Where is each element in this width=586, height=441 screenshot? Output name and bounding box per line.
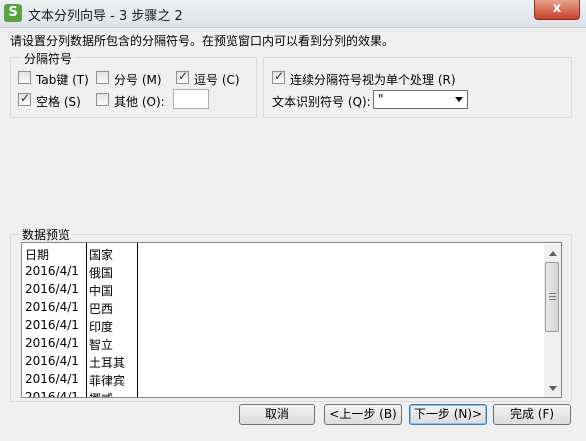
scroll-thumb[interactable] (545, 262, 559, 332)
space-label: 空格 (S) (36, 95, 81, 109)
space-checkbox[interactable] (18, 91, 31, 106)
consecutive-checkbox[interactable] (272, 69, 285, 84)
app-icon: S (4, 4, 22, 22)
preview-scrollbar[interactable] (544, 244, 561, 397)
finish-button[interactable]: 完成 (F) (493, 404, 571, 425)
text-qualifier-value: " (378, 92, 384, 106)
preview-cell-date: 2016/4/1 (25, 354, 79, 368)
grip-line (549, 296, 556, 297)
preview-cell-date: 2016/4/1 (25, 282, 79, 296)
scroll-up-icon[interactable] (549, 251, 557, 256)
next-button[interactable]: 下一步 (N)> (409, 404, 487, 425)
preview-cell-date: 2016/4/1 (25, 336, 79, 350)
preview-cell-country: 国家 (89, 248, 114, 262)
preview-cell-country: 菲律宾 (89, 374, 126, 388)
preview-cell-date: 2016/4/1 (25, 372, 79, 386)
preview-label: 数据预览 (20, 226, 73, 243)
tab-label: Tab键 (T) (36, 73, 89, 87)
delimiters-group-label: 分隔符号 (22, 50, 75, 67)
text-qualifier-label: 文本识别符号 (Q): (272, 95, 371, 109)
title-bar: S 文本分列向导 - 3 步骤之 2 x (0, 0, 586, 28)
preview-cell-country: 巴西 (89, 302, 114, 316)
close-button[interactable]: x (534, 0, 580, 20)
semicolon-label: 分号 (M) (114, 73, 162, 87)
instruction-text: 请设置分列数据所包含的分隔符号。在预览窗口内可以看到分列的效果。 (10, 34, 395, 48)
preview-cell-country: 土耳其 (89, 356, 126, 370)
other-label: 其他 (O): (114, 95, 165, 109)
preview-cell-date: 2016/4/1 (25, 390, 79, 398)
other-delimiter-input[interactable] (173, 89, 209, 109)
preview-cell-country: 智立 (89, 338, 114, 352)
preview-cell-country: 俄国 (89, 266, 114, 280)
comma-label: 逗号 (C) (194, 73, 240, 87)
column-separator (137, 243, 138, 397)
grip-line (549, 299, 556, 300)
column-separator (86, 243, 87, 397)
preview-cell-country: 中国 (89, 284, 114, 298)
text-qualifier-select[interactable]: " (373, 90, 468, 109)
preview-cell-date: 2016/4/1 (25, 264, 79, 278)
preview-cell-country: 挪威 (89, 390, 113, 397)
consecutive-label: 连续分隔符号视为单个处理 (R) (290, 73, 456, 87)
grip-line (549, 293, 556, 294)
other-checkbox[interactable] (96, 93, 109, 106)
tab-checkbox[interactable] (18, 71, 31, 84)
preview-cell-date: 2016/4/1 (25, 318, 79, 332)
preview-cell-date: 2016/4/1 (25, 300, 79, 314)
semicolon-checkbox[interactable] (96, 71, 109, 84)
chevron-down-icon (455, 97, 463, 102)
back-button[interactable]: <上一步 (B) (324, 404, 402, 425)
comma-checkbox[interactable] (176, 69, 189, 84)
preview-cell-country: 印度 (89, 320, 114, 334)
window-title: 文本分列向导 - 3 步骤之 2 (28, 9, 183, 24)
data-preview[interactable]: 日期 国家 2016/4/1 俄国 2016/4/1 中国 2016/4/1 巴西 2016/4… (21, 242, 562, 398)
preview-cell-date: 日期 (25, 248, 50, 262)
scroll-down-icon[interactable] (549, 386, 557, 391)
cancel-button[interactable]: 取消 (239, 404, 315, 425)
